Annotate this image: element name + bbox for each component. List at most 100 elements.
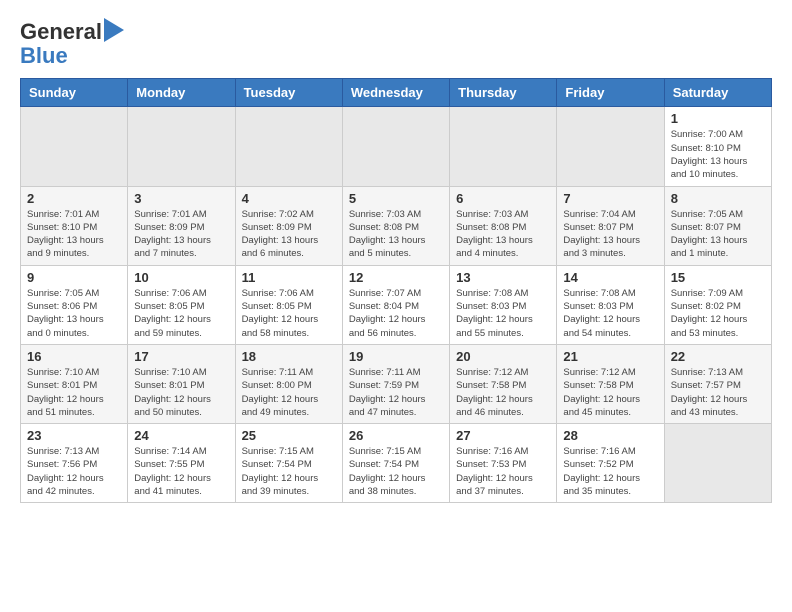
calendar-cell bbox=[664, 424, 771, 503]
calendar-cell: 5 Sunrise: 7:03 AM Sunset: 8:08 PM Daylig… bbox=[342, 186, 449, 265]
day-info: Sunrise: 7:12 AM Sunset: 7:58 PM Dayligh… bbox=[563, 366, 657, 419]
day-number: 14 bbox=[563, 270, 657, 285]
calendar-cell: 20 Sunrise: 7:12 AM Sunset: 7:58 PM Dayli… bbox=[450, 344, 557, 423]
weekday-header-sunday: Sunday bbox=[21, 79, 128, 107]
calendar-cell bbox=[557, 107, 664, 186]
calendar-cell: 12 Sunrise: 7:07 AM Sunset: 8:04 PM Dayli… bbox=[342, 265, 449, 344]
day-number: 12 bbox=[349, 270, 443, 285]
day-number: 10 bbox=[134, 270, 228, 285]
day-info: Sunrise: 7:15 AM Sunset: 7:54 PM Dayligh… bbox=[242, 445, 336, 498]
day-info: Sunrise: 7:13 AM Sunset: 7:57 PM Dayligh… bbox=[671, 366, 765, 419]
day-info: Sunrise: 7:02 AM Sunset: 8:09 PM Dayligh… bbox=[242, 208, 336, 261]
calendar-cell bbox=[235, 107, 342, 186]
day-info: Sunrise: 7:12 AM Sunset: 7:58 PM Dayligh… bbox=[456, 366, 550, 419]
day-info: Sunrise: 7:05 AM Sunset: 8:06 PM Dayligh… bbox=[27, 287, 121, 340]
calendar-cell: 21 Sunrise: 7:12 AM Sunset: 7:58 PM Dayli… bbox=[557, 344, 664, 423]
weekday-header-monday: Monday bbox=[128, 79, 235, 107]
day-number: 1 bbox=[671, 111, 765, 126]
day-number: 27 bbox=[456, 428, 550, 443]
day-info: Sunrise: 7:04 AM Sunset: 8:07 PM Dayligh… bbox=[563, 208, 657, 261]
day-number: 11 bbox=[242, 270, 336, 285]
day-info: Sunrise: 7:16 AM Sunset: 7:52 PM Dayligh… bbox=[563, 445, 657, 498]
calendar-cell: 16 Sunrise: 7:10 AM Sunset: 8:01 PM Dayli… bbox=[21, 344, 128, 423]
day-number: 26 bbox=[349, 428, 443, 443]
calendar-cell: 28 Sunrise: 7:16 AM Sunset: 7:52 PM Dayli… bbox=[557, 424, 664, 503]
day-number: 5 bbox=[349, 191, 443, 206]
day-number: 3 bbox=[134, 191, 228, 206]
day-number: 21 bbox=[563, 349, 657, 364]
day-info: Sunrise: 7:11 AM Sunset: 7:59 PM Dayligh… bbox=[349, 366, 443, 419]
day-number: 19 bbox=[349, 349, 443, 364]
day-info: Sunrise: 7:07 AM Sunset: 8:04 PM Dayligh… bbox=[349, 287, 443, 340]
calendar-cell: 14Sunrise: 7:08 AM Sunset: 8:03 PM Dayli… bbox=[557, 265, 664, 344]
calendar-week-4: 16 Sunrise: 7:10 AM Sunset: 8:01 PM Dayli… bbox=[21, 344, 772, 423]
day-number: 15 bbox=[671, 270, 765, 285]
calendar-cell: 23 Sunrise: 7:13 AM Sunset: 7:56 PM Dayli… bbox=[21, 424, 128, 503]
day-info: Sunrise: 7:06 AM Sunset: 8:05 PM Dayligh… bbox=[134, 287, 228, 340]
day-number: 7 bbox=[563, 191, 657, 206]
logo-text-general: General bbox=[20, 20, 102, 44]
day-number: 22 bbox=[671, 349, 765, 364]
day-number: 17 bbox=[134, 349, 228, 364]
calendar-table: SundayMondayTuesdayWednesdayThursdayFrid… bbox=[20, 78, 772, 503]
calendar-cell: 27 Sunrise: 7:16 AM Sunset: 7:53 PM Dayli… bbox=[450, 424, 557, 503]
calendar-cell: 11 Sunrise: 7:06 AM Sunset: 8:05 PM Dayli… bbox=[235, 265, 342, 344]
calendar-cell: 25 Sunrise: 7:15 AM Sunset: 7:54 PM Dayli… bbox=[235, 424, 342, 503]
calendar-cell: 3Sunrise: 7:01 AM Sunset: 8:09 PM Daylig… bbox=[128, 186, 235, 265]
calendar-cell: 24Sunrise: 7:14 AM Sunset: 7:55 PM Dayli… bbox=[128, 424, 235, 503]
logo: General Blue bbox=[20, 20, 124, 68]
calendar-cell: 18 Sunrise: 7:11 AM Sunset: 8:00 PM Dayli… bbox=[235, 344, 342, 423]
calendar-cell: 15 Sunrise: 7:09 AM Sunset: 8:02 PM Dayli… bbox=[664, 265, 771, 344]
day-number: 16 bbox=[27, 349, 121, 364]
weekday-header-wednesday: Wednesday bbox=[342, 79, 449, 107]
day-number: 2 bbox=[27, 191, 121, 206]
logo-text-blue: Blue bbox=[20, 44, 68, 68]
calendar-cell: 4 Sunrise: 7:02 AM Sunset: 8:09 PM Daylig… bbox=[235, 186, 342, 265]
weekday-header-saturday: Saturday bbox=[664, 79, 771, 107]
day-number: 6 bbox=[456, 191, 550, 206]
logo-icon bbox=[104, 18, 124, 42]
calendar-body: 1Sunrise: 7:00 AM Sunset: 8:10 PM Daylig… bbox=[21, 107, 772, 503]
day-number: 23 bbox=[27, 428, 121, 443]
calendar-week-2: 2 Sunrise: 7:01 AM Sunset: 8:10 PM Daylig… bbox=[21, 186, 772, 265]
calendar-week-5: 23 Sunrise: 7:13 AM Sunset: 7:56 PM Dayli… bbox=[21, 424, 772, 503]
weekday-header-friday: Friday bbox=[557, 79, 664, 107]
day-info: Sunrise: 7:15 AM Sunset: 7:54 PM Dayligh… bbox=[349, 445, 443, 498]
day-info: Sunrise: 7:11 AM Sunset: 8:00 PM Dayligh… bbox=[242, 366, 336, 419]
calendar-cell: 8 Sunrise: 7:05 AM Sunset: 8:07 PM Daylig… bbox=[664, 186, 771, 265]
day-info: Sunrise: 7:05 AM Sunset: 8:07 PM Dayligh… bbox=[671, 208, 765, 261]
day-info: Sunrise: 7:13 AM Sunset: 7:56 PM Dayligh… bbox=[27, 445, 121, 498]
day-number: 20 bbox=[456, 349, 550, 364]
calendar-week-1: 1Sunrise: 7:00 AM Sunset: 8:10 PM Daylig… bbox=[21, 107, 772, 186]
calendar-cell: 7 Sunrise: 7:04 AM Sunset: 8:07 PM Daylig… bbox=[557, 186, 664, 265]
day-info: Sunrise: 7:01 AM Sunset: 8:10 PM Dayligh… bbox=[27, 208, 121, 261]
calendar-cell bbox=[21, 107, 128, 186]
calendar-cell: 17 Sunrise: 7:10 AM Sunset: 8:01 PM Dayli… bbox=[128, 344, 235, 423]
calendar-cell: 1Sunrise: 7:00 AM Sunset: 8:10 PM Daylig… bbox=[664, 107, 771, 186]
day-info: Sunrise: 7:03 AM Sunset: 8:08 PM Dayligh… bbox=[349, 208, 443, 261]
day-info: Sunrise: 7:10 AM Sunset: 8:01 PM Dayligh… bbox=[27, 366, 121, 419]
day-number: 18 bbox=[242, 349, 336, 364]
calendar-header-row: SundayMondayTuesdayWednesdayThursdayFrid… bbox=[21, 79, 772, 107]
day-info: Sunrise: 7:09 AM Sunset: 8:02 PM Dayligh… bbox=[671, 287, 765, 340]
calendar-cell: 9 Sunrise: 7:05 AM Sunset: 8:06 PM Daylig… bbox=[21, 265, 128, 344]
day-number: 28 bbox=[563, 428, 657, 443]
day-info: Sunrise: 7:06 AM Sunset: 8:05 PM Dayligh… bbox=[242, 287, 336, 340]
weekday-header-thursday: Thursday bbox=[450, 79, 557, 107]
day-number: 25 bbox=[242, 428, 336, 443]
day-info: Sunrise: 7:03 AM Sunset: 8:08 PM Dayligh… bbox=[456, 208, 550, 261]
day-info: Sunrise: 7:08 AM Sunset: 8:03 PM Dayligh… bbox=[456, 287, 550, 340]
calendar-cell: 19 Sunrise: 7:11 AM Sunset: 7:59 PM Dayli… bbox=[342, 344, 449, 423]
calendar-cell: 10 Sunrise: 7:06 AM Sunset: 8:05 PM Dayli… bbox=[128, 265, 235, 344]
day-info: Sunrise: 7:16 AM Sunset: 7:53 PM Dayligh… bbox=[456, 445, 550, 498]
day-number: 9 bbox=[27, 270, 121, 285]
calendar-week-3: 9 Sunrise: 7:05 AM Sunset: 8:06 PM Daylig… bbox=[21, 265, 772, 344]
day-info: Sunrise: 7:10 AM Sunset: 8:01 PM Dayligh… bbox=[134, 366, 228, 419]
calendar-cell: 6 Sunrise: 7:03 AM Sunset: 8:08 PM Daylig… bbox=[450, 186, 557, 265]
day-number: 8 bbox=[671, 191, 765, 206]
calendar-cell: 2 Sunrise: 7:01 AM Sunset: 8:10 PM Daylig… bbox=[21, 186, 128, 265]
day-number: 4 bbox=[242, 191, 336, 206]
day-info: Sunrise: 7:14 AM Sunset: 7:55 PM Dayligh… bbox=[134, 445, 228, 498]
calendar-cell bbox=[450, 107, 557, 186]
calendar-cell bbox=[342, 107, 449, 186]
